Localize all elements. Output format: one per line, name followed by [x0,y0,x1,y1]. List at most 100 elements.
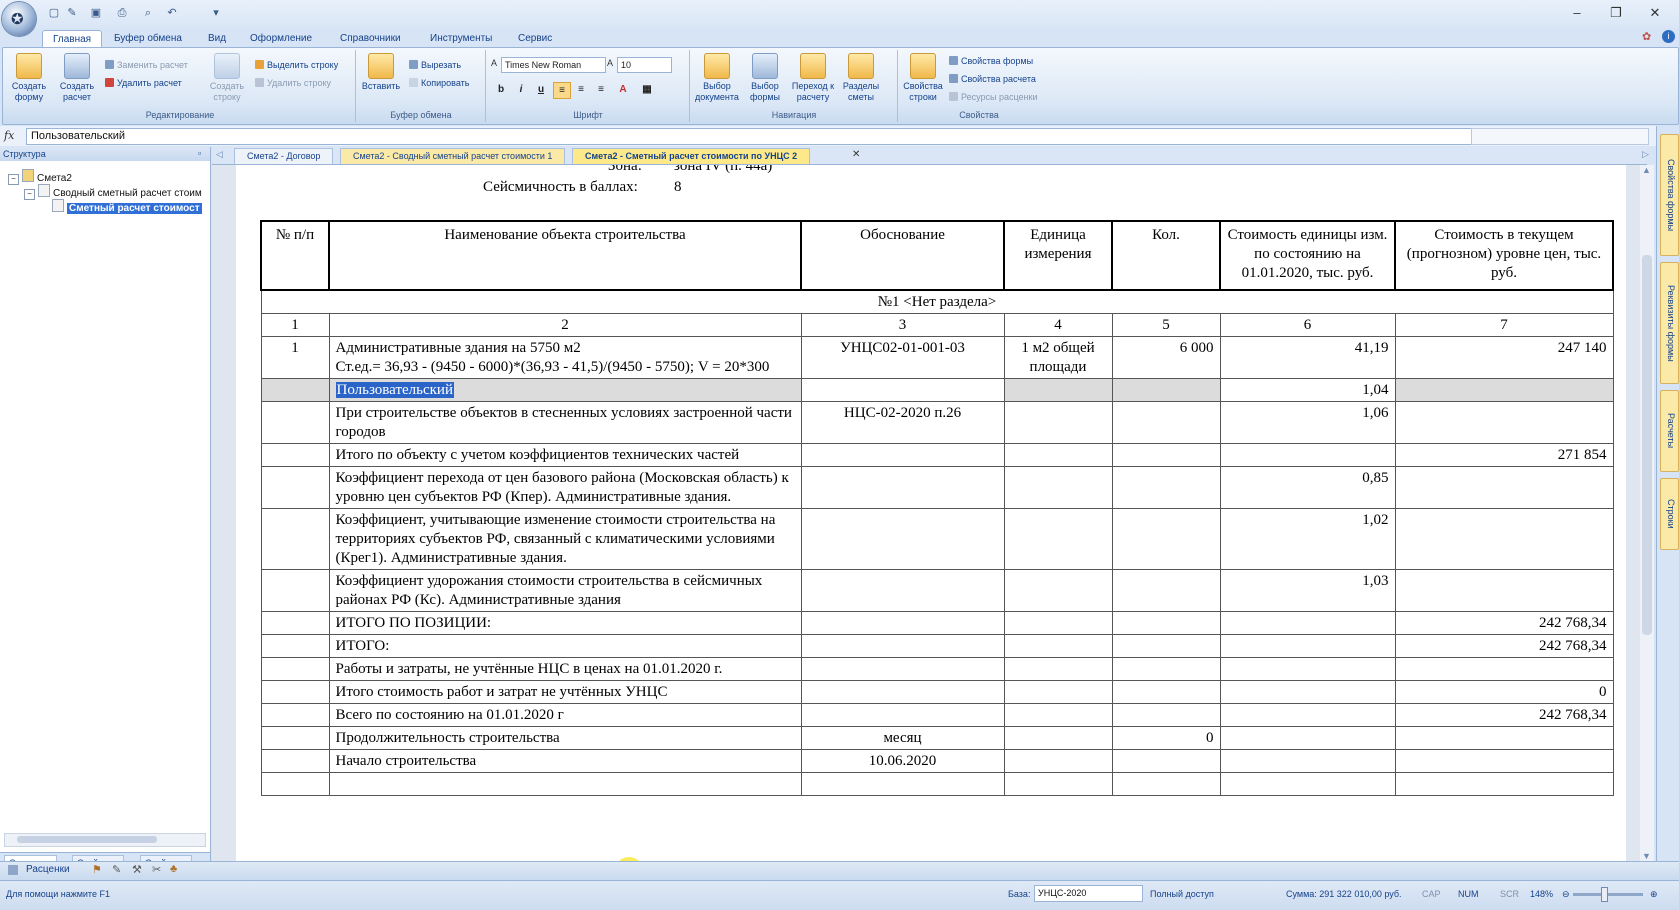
align-left-icon[interactable]: ≡ [553,82,571,99]
cell-total[interactable] [1394,466,1614,509]
cell-coef[interactable] [1219,749,1396,773]
cell-basis[interactable] [800,508,1005,570]
cell-total[interactable]: 247 140 [1394,336,1614,379]
cell-num[interactable] [260,680,330,704]
rates-panel-tab[interactable]: Расценки [26,864,70,875]
cell-coef[interactable]: 1,06 [1219,401,1396,444]
cell-unit[interactable] [1003,726,1113,750]
font-name-select[interactable]: Times New Roman [501,57,606,73]
cell-qty[interactable] [1111,466,1221,509]
italic-button[interactable]: i [513,82,529,97]
cell-basis[interactable] [800,611,1005,635]
side-tab-form-details[interactable]: Реквизиты формы [1660,262,1679,384]
cell-coef[interactable] [1219,772,1396,796]
cell-coef[interactable] [1219,657,1396,681]
delete-calc-button[interactable]: Удалить расчет [105,76,182,90]
print-icon[interactable]: ⎙ [114,6,130,20]
tree-node-summary[interactable]: − Сводный сметный расчет стоим [24,184,202,200]
cell-basis[interactable] [800,680,1005,704]
select-form-button[interactable]: Выбор формы [743,53,787,103]
open-icon[interactable]: ✎ [64,6,80,20]
table-row[interactable]: 1 Административные здания на 5750 м2 Ст.е… [260,336,1614,379]
cell-qty[interactable] [1111,443,1221,467]
cell-unit[interactable] [1003,634,1113,658]
cell-num[interactable] [260,378,330,402]
cell-qty[interactable] [1111,657,1221,681]
cell-unit[interactable] [1003,569,1113,612]
cell-num[interactable] [260,726,330,750]
app-menu-button[interactable]: ✪ [2,2,36,36]
table-row[interactable]: Коэффициент удорожания стоимости строите… [260,569,1614,612]
zoom-in-icon[interactable]: ⊕ [1650,887,1658,901]
create-calc-button[interactable]: Создать расчет [55,53,99,103]
underline-button[interactable]: u [533,82,549,97]
cell-basis[interactable]: месяц [800,726,1005,750]
cell-num[interactable] [260,611,330,635]
align-right-icon[interactable]: ≡ [593,82,609,97]
table-row[interactable]: Коэффициент перехода от цен базового рай… [260,466,1614,509]
cut-button[interactable]: Вырезать [409,58,461,72]
create-row-button[interactable]: Создать строку [205,53,249,103]
cell-unit[interactable] [1003,443,1113,467]
section-row[interactable]: №1 <Нет раздела> [260,289,1614,314]
cell-unit[interactable] [1003,611,1113,635]
cell-name[interactable]: Итого стоимость работ и затрат не учтённ… [328,680,802,704]
doc-tab-contract[interactable]: Смета2 - Договор [234,148,334,164]
tree-node-root[interactable]: − Смета2 [8,169,72,185]
create-form-button[interactable]: Создать форму [7,53,51,103]
tool-icon-3[interactable]: ⚒ [132,863,142,876]
tabs-scroll-left-icon[interactable]: ◁ [216,149,223,160]
maximize-button[interactable]: ❐ [1603,4,1629,22]
pin-icon[interactable]: ▫ [198,148,201,158]
cell-unit[interactable] [1003,772,1113,796]
cell-num[interactable] [260,401,330,444]
cell-qty[interactable] [1111,401,1221,444]
side-tab-rows[interactable]: Строки [1660,478,1679,550]
help-icon[interactable]: i [1662,30,1675,43]
delete-row-button[interactable]: Удалить строку [255,76,331,90]
table-row[interactable]: Работы и затраты, не учтённые НЦС в цена… [260,657,1614,681]
tab-service[interactable]: Сервис [508,30,562,48]
cell-total[interactable] [1394,508,1614,570]
cell-name[interactable]: Начало строительства [328,749,802,773]
collapse-icon[interactable]: − [24,189,35,200]
cell-name[interactable]: Продолжительность строительства [328,726,802,750]
table-row[interactable]: При строительстве объектов в стесненных … [260,401,1614,444]
table-row[interactable]: ИТОГО: 242 768,34 [260,634,1614,658]
tab-view[interactable]: Вид [198,30,236,48]
cell-total[interactable] [1394,772,1614,796]
tool-icon-4[interactable]: ✂ [152,863,161,876]
tabs-scroll-right-icon[interactable]: ▷ [1642,149,1649,160]
document-vertical-scrollbar[interactable]: ▲ ▼ [1640,165,1654,861]
cell-total[interactable] [1394,378,1614,402]
cell-name[interactable]: Коэффициент удорожания стоимости строите… [328,569,802,612]
cell-coef[interactable]: 1,02 [1219,508,1396,570]
cell-total[interactable]: 242 768,34 [1394,634,1614,658]
cell-name[interactable]: Пользовательский [328,378,802,402]
cell-qty[interactable] [1111,378,1221,402]
cell-num[interactable] [260,634,330,658]
row-properties-button[interactable]: Свойства строки [901,53,945,103]
cell-num[interactable] [260,772,330,796]
calc-properties-button[interactable]: Свойства расчета [949,72,1036,86]
cell-basis[interactable]: НЦС-02-2020 п.26 [800,401,1005,444]
cell-coef[interactable] [1219,726,1396,750]
cell-unit[interactable] [1003,703,1113,727]
minimize-button[interactable]: – [1564,4,1590,22]
tool-icon-1[interactable]: ⚑ [92,863,102,876]
tree-node-estimate[interactable]: Сметный расчет стоимост [52,199,202,214]
cell-basis[interactable]: 10.06.2020 [800,749,1005,773]
table-row[interactable]: Продолжительность строительства месяц 0 [260,726,1614,750]
zoom-slider[interactable] [1573,893,1643,896]
preview-icon[interactable]: ⌕ [140,6,156,20]
cell-basis[interactable] [800,657,1005,681]
doc-tab-estimate[interactable]: Смета2 - Сметный расчет стоимости по УНЦ… [572,148,811,164]
replace-calc-button[interactable]: Заменить расчет [105,58,188,72]
undo-icon[interactable]: ↶ [164,6,180,20]
scroll-up-icon[interactable]: ▲ [1642,165,1651,175]
new-icon[interactable]: ▢ [46,6,62,20]
table-row[interactable]: Итого по объекту с учетом коэффициентов … [260,443,1614,467]
table-row[interactable]: Начало строительства 10.06.2020 [260,749,1614,773]
cell-name[interactable]: Административные здания на 5750 м2 Ст.ед.… [328,336,802,379]
zoom-slider-thumb[interactable] [1601,887,1608,902]
